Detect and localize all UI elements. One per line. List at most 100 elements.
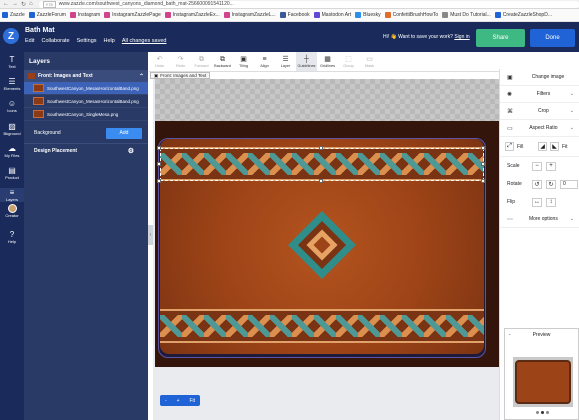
zoom-fit-button[interactable]: Fit: [189, 398, 195, 404]
toolbar-label: Tiling: [239, 63, 248, 68]
toolbar-tiling-button[interactable]: ▣ Tiling: [233, 52, 254, 71]
bookmark-item[interactable]: InstagramZazzlePage: [104, 12, 161, 18]
toolbar-forward-button[interactable]: ⧉ Forward: [191, 52, 212, 71]
add-background-button[interactable]: Add: [106, 127, 142, 139]
menu-help[interactable]: Help: [104, 38, 115, 44]
bookmark-item[interactable]: CreateZazzleShopD...: [494, 12, 552, 18]
pager-dot[interactable]: [536, 411, 539, 414]
minimize-preview-button[interactable]: -: [509, 332, 511, 338]
share-button[interactable]: Share: [476, 29, 525, 47]
fill-button[interactable]: ◢: [538, 142, 547, 151]
url-field[interactable]: Y75 www.zazzle.com/southwest_canyons_dia…: [38, 0, 579, 8]
rail-item-creator[interactable]: Creator: [0, 204, 24, 218]
bookmark-label: Facebook: [287, 12, 310, 18]
zoom-in-button[interactable]: +: [177, 398, 180, 404]
tool-rail: T Text ☰ Elements ☺ Icons ▨ Bkground ☁ My Files ▤ P…: [0, 52, 24, 420]
preview-image[interactable]: [513, 357, 573, 407]
bookmark-item[interactable]: InstagramZazzleL...: [223, 12, 276, 18]
layer-item[interactable]: SouthwestCanyon_MesasHorizontalBand.png: [24, 95, 148, 108]
bookmark-item[interactable]: Mastodon Art: [313, 12, 351, 18]
flip-horizontal-icon[interactable]: ↔: [532, 197, 542, 207]
pager-dot[interactable]: [546, 411, 549, 414]
resize-handle[interactable]: [481, 146, 485, 150]
toolbar-align-button[interactable]: ≡ Align: [254, 52, 275, 71]
selection-box[interactable]: [160, 148, 484, 181]
canvas-tab[interactable]: ▣ Front: Images and Text: [150, 72, 211, 79]
toolbar-guidelines-button[interactable]: ┼ Guidelines: [296, 52, 317, 71]
rail-item-help[interactable]: ? Help: [0, 230, 24, 244]
zoom-controls: - + Fit: [160, 395, 200, 406]
aspect-ratio-row[interactable]: ▭ Aspect Ratio ⌄: [500, 120, 579, 137]
menu-edit[interactable]: Edit: [25, 38, 34, 44]
menu-settings[interactable]: Settings: [77, 38, 97, 44]
rail-item-icons[interactable]: ☺ Icons: [0, 99, 24, 113]
expand-icon[interactable]: ⤢: [505, 142, 514, 151]
rotate-input[interactable]: 0: [560, 179, 578, 189]
bookmark-item[interactable]: InstagramZazzleEx...: [164, 12, 220, 18]
rail-item-product[interactable]: ▤ Product: [0, 166, 24, 180]
reload-icon[interactable]: ↻: [21, 1, 26, 8]
rail-item-layers[interactable]: ≡ Layers: [0, 188, 24, 202]
menu-collaborate[interactable]: Collaborate: [41, 38, 69, 44]
resize-handle[interactable]: [481, 179, 485, 183]
layer-item[interactable]: SouthwestCanyon_SingleMesa.png: [24, 108, 148, 121]
bookmark-item[interactable]: Instagram: [69, 12, 100, 18]
forward-icon[interactable]: →: [12, 1, 18, 8]
bookmark-item[interactable]: ConfettiBrushHowTo: [384, 12, 438, 18]
sign-in-link[interactable]: Sign in: [454, 34, 469, 40]
rotate-right-icon[interactable]: ↻: [546, 179, 556, 189]
toolbar-undo-button[interactable]: ↶ Undo: [149, 52, 170, 71]
home-icon[interactable]: ⌂: [29, 1, 33, 8]
back-icon[interactable]: ←: [3, 1, 9, 8]
toolbar-redo-button[interactable]: ↷ Redo: [170, 52, 191, 71]
toolbar-group-button[interactable]: ⬚ Group: [338, 52, 359, 71]
center-mesa[interactable]: [285, 211, 359, 279]
bookmark-item[interactable]: ZazzleForum: [28, 12, 66, 18]
filters-row[interactable]: ✺ Filters ⌄: [500, 86, 579, 103]
resize-handle[interactable]: [319, 146, 323, 150]
zazzle-logo[interactable]: Z: [3, 28, 19, 44]
resize-handle[interactable]: [157, 146, 161, 150]
layer-item[interactable]: SouthwestCanyon_MesasHorizontalBand.png: [24, 82, 148, 95]
pager-dot[interactable]: [541, 411, 544, 414]
bookmark-item[interactable]: Zazzle: [2, 12, 25, 18]
rail-item-label: Icons: [7, 108, 17, 113]
done-button[interactable]: Done: [530, 29, 575, 47]
bookmark-favicon-icon: [104, 12, 111, 18]
resize-handle[interactable]: [319, 179, 323, 183]
change-image-button[interactable]: ▣ Change image: [500, 69, 579, 86]
resize-handle[interactable]: [481, 162, 485, 166]
design-placement-row[interactable]: Design Placement ⚙: [24, 143, 148, 157]
flip-vertical-icon[interactable]: ↕: [546, 197, 556, 207]
rail-item-bkground[interactable]: ▨ Bkground: [0, 122, 24, 136]
editor-toolbar: ↶ Undo ↷ Redo ⧉ Forward ⧉ Backward ▣ Tiling ≡ Align…: [149, 52, 499, 72]
save-status[interactable]: All changes saved: [122, 38, 167, 44]
resize-handle[interactable]: [157, 179, 161, 183]
rail-item-text[interactable]: T Text: [0, 55, 24, 69]
rail-item-label: Help: [7, 239, 17, 244]
layer-item-label: SouthwestCanyon_MesasHorizontalBand.png: [47, 85, 139, 91]
resize-handle[interactable]: [157, 162, 161, 166]
toolbar-mask-button[interactable]: ▭ Mask: [359, 52, 380, 71]
toolbar-layer-button[interactable]: ☰ Layer: [275, 52, 296, 71]
crop-row[interactable]: ⌘ Crop ⌄: [500, 103, 579, 120]
group-swatch: [28, 73, 35, 79]
layer-group-front[interactable]: Front: Images and Text ⌃: [24, 70, 148, 82]
chevron-up-icon[interactable]: ⌃: [139, 73, 144, 80]
fit-icon[interactable]: ◣: [550, 142, 559, 151]
site-badge: Y75: [42, 0, 56, 8]
scale-up-button[interactable]: +: [546, 161, 556, 171]
toolbar-gridlines-button[interactable]: ▦ Gridlines: [317, 52, 338, 71]
scale-down-button[interactable]: −: [532, 161, 542, 171]
more-options-row[interactable]: ⋯ More options ⌄: [500, 211, 579, 228]
bookmark-item[interactable]: Bluesky: [355, 12, 381, 18]
gear-icon[interactable]: ⚙: [128, 147, 134, 155]
zoom-out-button[interactable]: -: [165, 398, 167, 404]
rotate-left-icon[interactable]: ↺: [532, 179, 542, 189]
rail-item-my-files[interactable]: ☁ My Files: [0, 144, 24, 158]
bottom-mesa-band[interactable]: [160, 309, 484, 343]
bookmark-item[interactable]: Must Do Tutorial...: [442, 12, 491, 18]
rail-item-elements[interactable]: ☰ Elements: [0, 77, 24, 91]
bookmark-item[interactable]: Facebook: [279, 12, 310, 18]
toolbar-backward-button[interactable]: ⧉ Backward: [212, 52, 233, 71]
